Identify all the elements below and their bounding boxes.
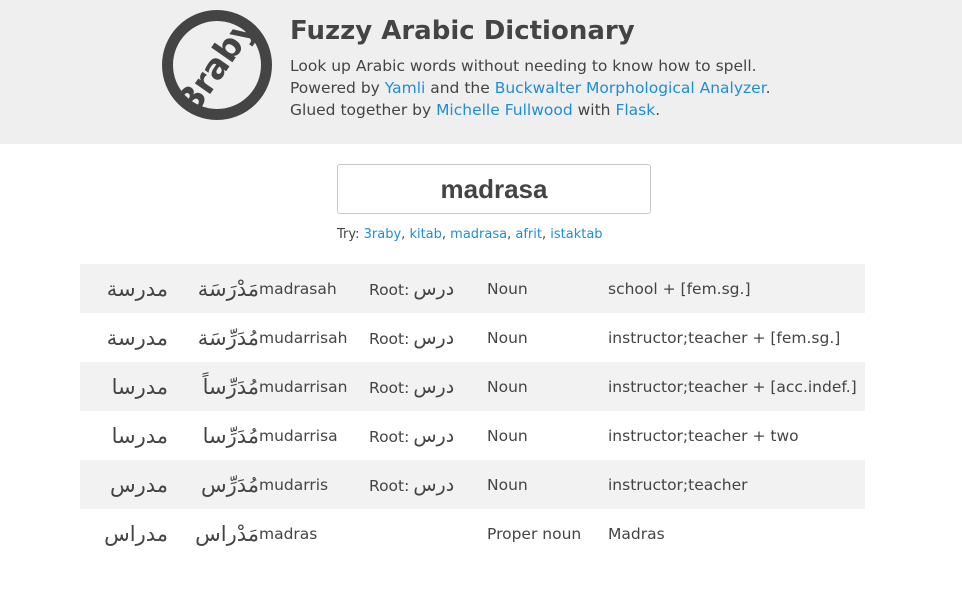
logo[interactable]: 3raby — [162, 10, 272, 120]
vocalized-word: مُدَرِّسا — [202, 423, 259, 448]
arabic-word: مدراس — [104, 521, 168, 546]
root-label: Root: — [369, 378, 410, 397]
buckwalter-link[interactable]: Buckwalter Morphological Analyzer — [495, 79, 766, 97]
part-of-speech: Noun — [487, 328, 528, 347]
root-value: درس — [413, 424, 455, 447]
root-cell — [369, 509, 487, 558]
description-line-3: Glued together by Michelle Fullwood with… — [290, 99, 771, 121]
separator: , — [441, 227, 451, 242]
description-text: and the — [425, 79, 495, 97]
arabic-word: مدرس — [109, 472, 168, 497]
try-label: Try: — [337, 227, 364, 242]
header-text: Fuzzy Arabic Dictionary Look up Arabic w… — [290, 14, 771, 121]
result-row: مدراس مَدْراس madras Proper noun Madras — [80, 509, 865, 558]
example-link-madrasa[interactable]: madrasa — [450, 227, 507, 242]
arabic-word: مدرسا — [111, 423, 168, 448]
result-row: مدرسة مَدْرَسَة madrasah Root: درس Noun s… — [80, 264, 865, 313]
part-of-speech: Noun — [487, 377, 528, 396]
vocalized-word: مَدْراس — [195, 521, 259, 546]
result-row: مدرسة مُدَرِّسَة mudarrisah Root: درس Nou… — [80, 313, 865, 362]
root-value: درس — [413, 277, 455, 300]
results-table: مدرسة مَدْرَسَة madrasah Root: درس Noun s… — [80, 264, 865, 558]
vocalized-word: مُدَرِّس — [200, 472, 259, 497]
gloss: instructor;teacher — [608, 475, 748, 494]
root-label: Root: — [369, 427, 410, 446]
vocalized-word: مُدَرِّسَة — [197, 325, 259, 350]
description-text: . — [765, 79, 771, 97]
part-of-speech: Noun — [487, 426, 528, 445]
root-value: درس — [413, 326, 455, 349]
part-of-speech: Noun — [487, 475, 528, 494]
root-label: Root: — [369, 280, 410, 299]
root-label: Root: — [369, 476, 410, 495]
site-description: Look up Arabic words without needing to … — [290, 55, 771, 121]
try-examples: Try: 3raby, kitab, madrasa, afrit, istak… — [337, 226, 603, 244]
gloss: instructor;teacher + two — [608, 426, 799, 445]
search-input[interactable] — [338, 165, 650, 213]
example-link-kitab[interactable]: kitab — [409, 227, 441, 242]
root-value: درس — [413, 473, 455, 496]
logo-text: 3raby — [169, 9, 265, 121]
transliteration: madrasah — [259, 279, 337, 298]
gloss: instructor;teacher + [acc.indef.] — [608, 377, 857, 396]
transliteration: mudarrisa — [259, 426, 338, 445]
part-of-speech: Proper noun — [487, 524, 582, 543]
page-title: Fuzzy Arabic Dictionary — [290, 16, 635, 46]
example-link-istaktab[interactable]: istaktab — [550, 227, 602, 242]
description-line-2: Powered by Yamli and the Buckwalter Morp… — [290, 77, 771, 99]
result-row: مدرسا مُدَرِّسا mudarrisa Root: درس Noun … — [80, 411, 865, 460]
arabic-word: مدرسة — [106, 325, 168, 350]
root-cell: Root: درس — [369, 313, 487, 362]
author-link[interactable]: Michelle Fullwood — [436, 101, 573, 119]
root-cell: Root: درس — [369, 411, 487, 460]
root-value: درس — [413, 375, 455, 398]
gloss: instructor;teacher + [fem.sg.] — [608, 328, 841, 347]
root-label: Root: — [369, 329, 410, 348]
root-cell: Root: درس — [369, 264, 487, 313]
example-link-3raby[interactable]: 3raby — [364, 227, 402, 242]
result-row: مدرس مُدَرِّس mudarris Root: درس Noun ins… — [80, 460, 865, 509]
vocalized-word: مَدْرَسَة — [197, 276, 259, 301]
root-cell: Root: درس — [369, 362, 487, 411]
description-line-1: Look up Arabic words without needing to … — [290, 57, 757, 75]
transliteration: mudarrisah — [259, 328, 348, 347]
separator: , — [541, 227, 551, 242]
search-box[interactable] — [337, 164, 651, 214]
result-row: مدرسا مُدَرِّساً mudarrisan Root: درس Nou… — [80, 362, 865, 411]
part-of-speech: Noun — [487, 279, 528, 298]
yamli-link[interactable]: Yamli — [385, 79, 426, 97]
example-link-afrit[interactable]: afrit — [515, 227, 542, 242]
arabic-word: مدرسة — [106, 276, 168, 301]
transliteration: madras — [259, 524, 318, 543]
description-text: . — [655, 101, 661, 119]
description-text: Powered by — [290, 79, 385, 97]
vocalized-word: مُدَرِّساً — [202, 374, 259, 399]
description-text: Glued together by — [290, 101, 437, 119]
root-cell: Root: درس — [369, 460, 487, 509]
flask-link[interactable]: Flask — [615, 101, 655, 119]
transliteration: mudarris — [259, 475, 329, 494]
gloss: Madras — [608, 524, 665, 543]
gloss: school + [fem.sg.] — [608, 279, 751, 298]
description-text: with — [572, 101, 616, 119]
arabic-word: مدرسا — [111, 374, 168, 399]
site-header: 3raby Fuzzy Arabic Dictionary Look up Ar… — [0, 0, 962, 144]
transliteration: mudarrisan — [259, 377, 348, 396]
